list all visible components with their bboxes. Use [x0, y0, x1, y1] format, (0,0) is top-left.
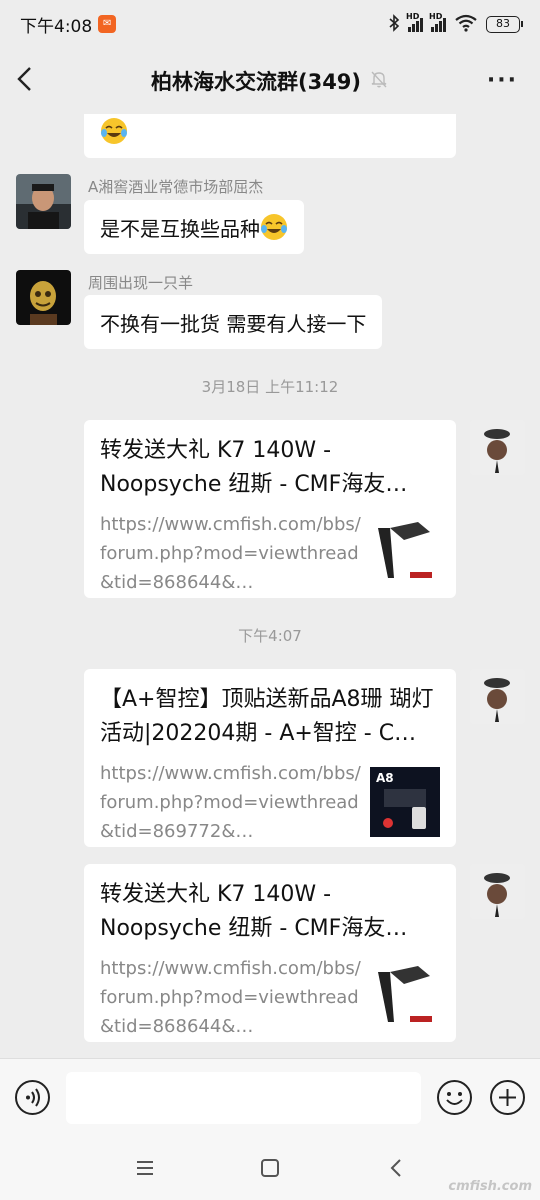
voice-input-icon[interactable] — [14, 1079, 51, 1116]
message-input[interactable] — [66, 1072, 421, 1124]
more-options-icon[interactable]: ··· — [487, 68, 518, 93]
crying-laughing-emoji-icon — [101, 118, 127, 144]
link-thumbnail — [370, 518, 440, 588]
signal-1-icon: HD — [406, 12, 423, 32]
bluetooth-icon — [388, 13, 400, 35]
thumbnail-label: A8 — [376, 771, 394, 785]
link-thumbnail: A8 — [370, 767, 440, 837]
message-bubble[interactable] — [84, 114, 456, 158]
battery-icon: 83 — [486, 15, 523, 33]
link-card[interactable]: 转发送大礼 K7 140W - Noopsyche 纽斯 - CMF海友… ht… — [84, 420, 456, 598]
emoji-icon[interactable] — [436, 1079, 473, 1116]
input-bar — [0, 1058, 540, 1136]
self-avatar[interactable] — [470, 669, 525, 724]
link-url: https://www.cmfish.com/bbs/forum.php?mod… — [100, 958, 361, 1037]
link-url: https://www.cmfish.com/bbs/forum.php?mod… — [100, 763, 361, 842]
message-bubble[interactable]: 不换有一批货 需要有人接一下 — [84, 295, 383, 349]
chat-title: 柏林海水交流群(349) — [150, 70, 362, 94]
link-thumbnail — [370, 962, 440, 1032]
link-card[interactable]: 【A+智控】顶贴送新品A8珊 瑚灯活动|202204期 - A+智控 - C… … — [84, 669, 456, 847]
home-icon[interactable] — [258, 1156, 282, 1180]
signal-2-icon: HD — [429, 12, 446, 32]
link-title: 转发送大礼 K7 140W - Noopsyche 纽斯 - CMF海友… — [100, 882, 408, 941]
plus-icon[interactable] — [489, 1079, 526, 1116]
self-avatar[interactable] — [470, 864, 525, 919]
link-title: 【A+智控】顶贴送新品A8珊 瑚灯活动|202204期 - A+智控 - C… — [100, 687, 434, 746]
crying-laughing-emoji-icon — [261, 214, 287, 240]
link-url: https://www.cmfish.com/bbs/forum.php?mod… — [100, 514, 361, 593]
sender-name: 周围出现一只羊 — [88, 274, 194, 292]
watermark: cmfish.com — [448, 1179, 532, 1194]
link-title: 转发送大礼 K7 140W - Noopsyche 纽斯 - CMF海友… — [100, 438, 408, 497]
avatar[interactable] — [16, 174, 71, 229]
timestamp: 3月18日 上午11:12 — [201, 378, 339, 396]
avatar[interactable] — [16, 270, 71, 325]
wifi-icon — [454, 14, 478, 35]
chat-list[interactable]: A湘窖酒业常德市场部屈杰 是不是互换些品种 周围出现一只羊 不换有一批货 需要有… — [0, 114, 540, 1058]
menu-icon[interactable] — [133, 1156, 157, 1180]
app-notification-icon: ✉ — [98, 15, 117, 33]
system-nav-bar: cmfish.com — [0, 1136, 540, 1200]
back-nav-icon[interactable] — [385, 1156, 409, 1180]
sender-name: A湘窖酒业常德市场部屈杰 — [88, 178, 264, 196]
back-icon[interactable] — [14, 64, 44, 98]
message-bubble[interactable]: 是不是互换些品种 — [84, 200, 304, 254]
chat-header: 柏林海水交流群(349) ··· — [0, 48, 540, 114]
status-bar: 下午4:08 ✉ HD HD 83 — [0, 0, 540, 48]
link-card[interactable]: 转发送大礼 K7 140W - Noopsyche 纽斯 - CMF海友… ht… — [84, 864, 456, 1042]
mute-bell-icon — [369, 69, 389, 94]
timestamp: 下午4:07 — [238, 627, 302, 645]
status-time: 下午4:08 — [20, 16, 93, 37]
self-avatar[interactable] — [470, 420, 525, 475]
